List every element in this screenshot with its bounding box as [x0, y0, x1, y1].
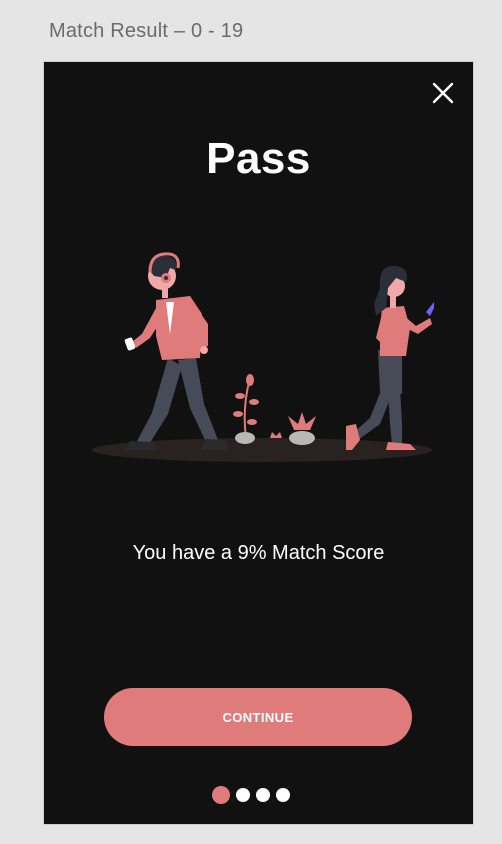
result-title: Pass	[206, 134, 311, 183]
page-dot-1[interactable]	[212, 786, 230, 804]
match-score-text: You have a 9% Match Score	[132, 542, 385, 564]
walking-people-illustration	[92, 252, 434, 462]
man-figure	[124, 252, 228, 450]
woman-figure	[346, 265, 434, 450]
plants	[233, 374, 316, 445]
match-result-screen: Pass You have a 9% Match Score CONTINUE	[44, 62, 473, 824]
close-button[interactable]	[428, 78, 458, 108]
continue-button[interactable]: CONTINUE	[104, 688, 412, 746]
frame-label: Match Result – 0 - 19	[49, 20, 244, 42]
pagination-dots	[212, 786, 290, 804]
page-dot-2[interactable]	[236, 788, 250, 802]
close-icon	[432, 82, 454, 104]
page-dot-3[interactable]	[256, 788, 270, 802]
page-dot-4[interactable]	[276, 788, 290, 802]
